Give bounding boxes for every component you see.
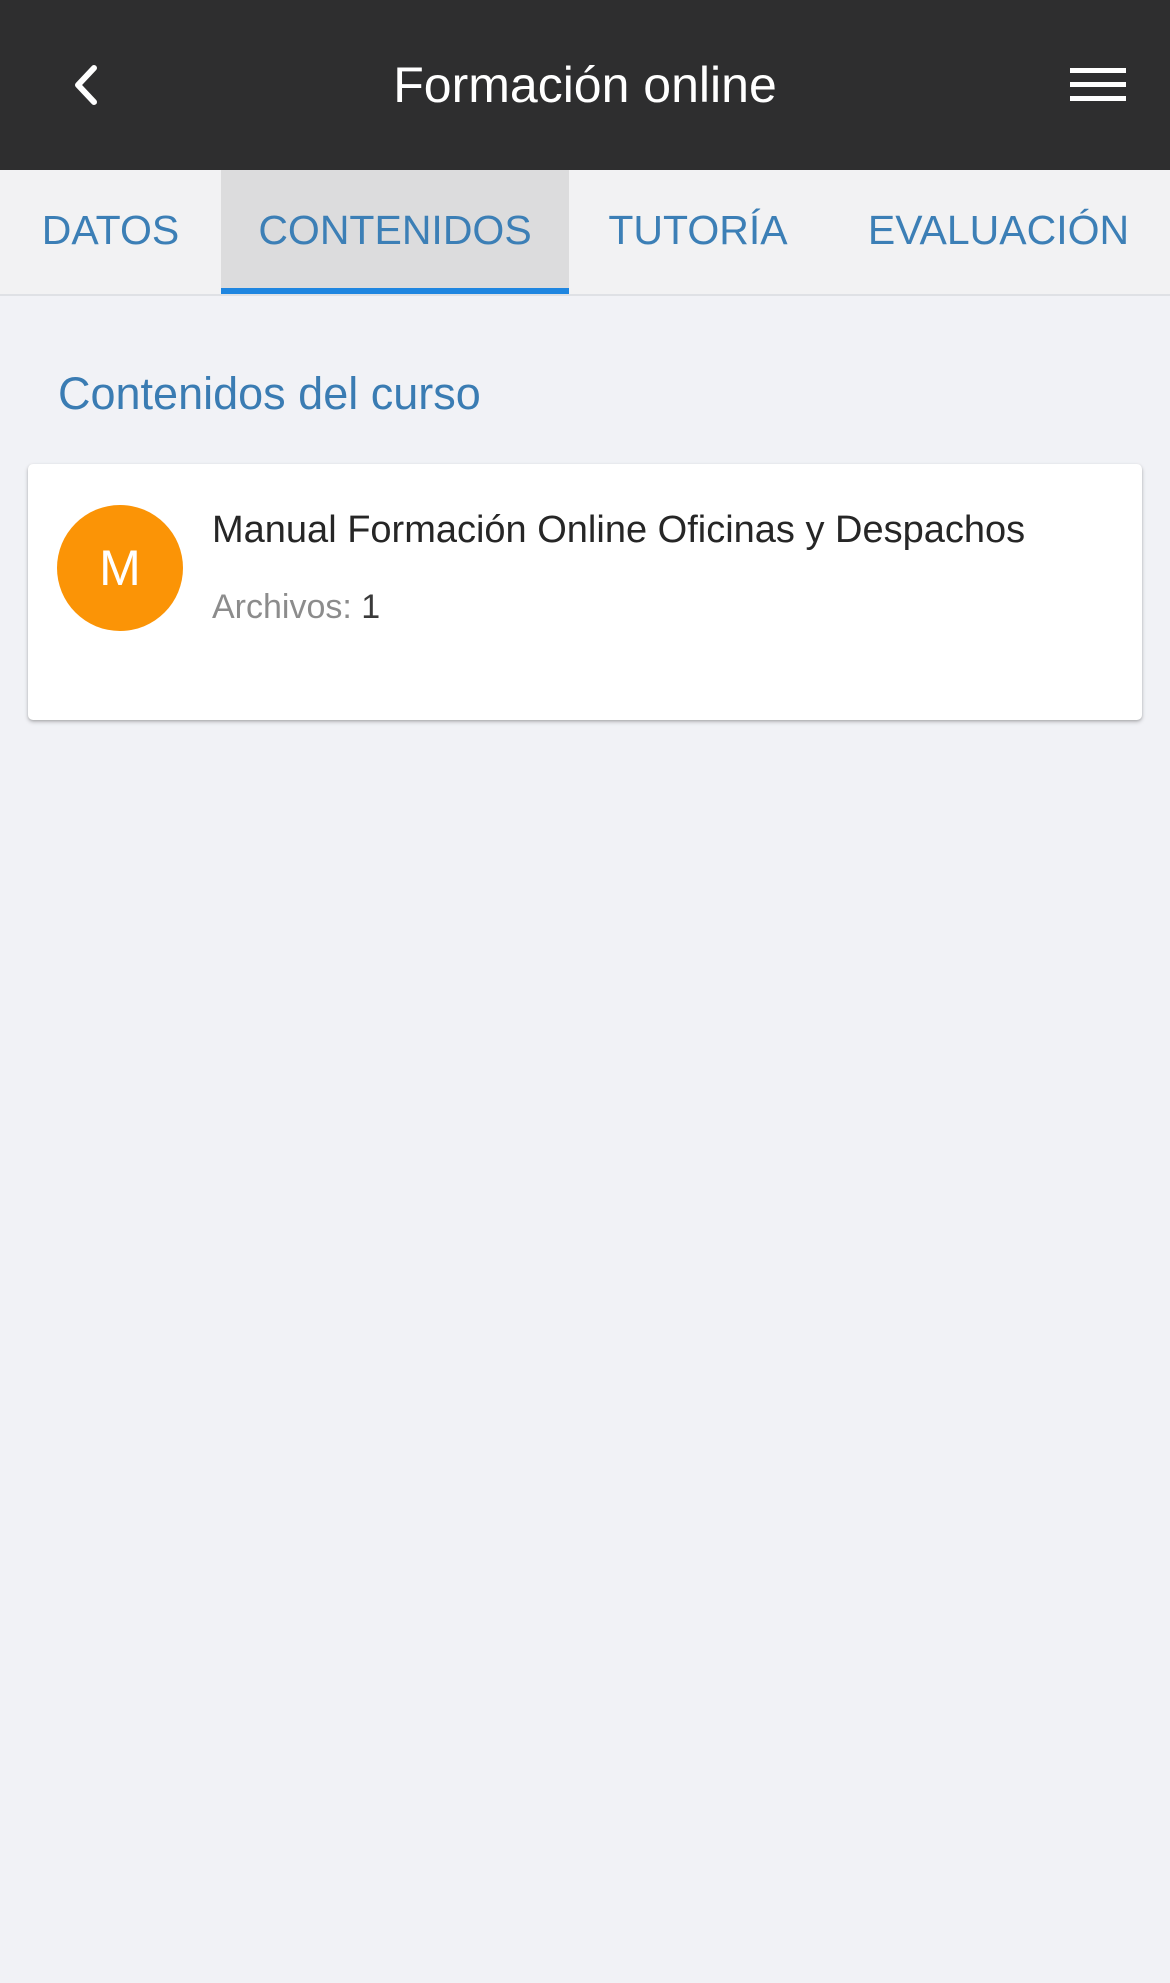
content-item-title: Manual Formación Online Oficinas y Despa… <box>212 509 1026 551</box>
hamburger-menu-icon <box>1070 68 1126 101</box>
files-count: Archivos: 1 <box>212 582 380 632</box>
section-title: Contenidos del curso <box>58 368 481 419</box>
tab-tutoria[interactable]: TUTORÍA <box>569 170 827 294</box>
files-label: Archivos: <box>212 588 352 626</box>
content-item-card[interactable]: M Manual Formación Online Oficinas y Des… <box>28 464 1142 720</box>
menu-button[interactable] <box>1060 55 1136 115</box>
page-title: Formación online <box>393 57 777 113</box>
tab-evaluacion[interactable]: EVALUACIÓN <box>827 170 1170 294</box>
files-value: 1 <box>361 588 381 626</box>
app-bar: Formación online <box>0 0 1170 170</box>
back-button[interactable] <box>56 55 116 115</box>
tab-contenidos[interactable]: CONTENIDOS <box>221 170 569 294</box>
tab-datos[interactable]: DATOS <box>0 170 221 294</box>
chevron-left-icon <box>75 65 97 105</box>
tab-bar: DATOS CONTENIDOS TUTORÍA EVALUACIÓN <box>0 170 1170 296</box>
avatar: M <box>57 505 183 631</box>
